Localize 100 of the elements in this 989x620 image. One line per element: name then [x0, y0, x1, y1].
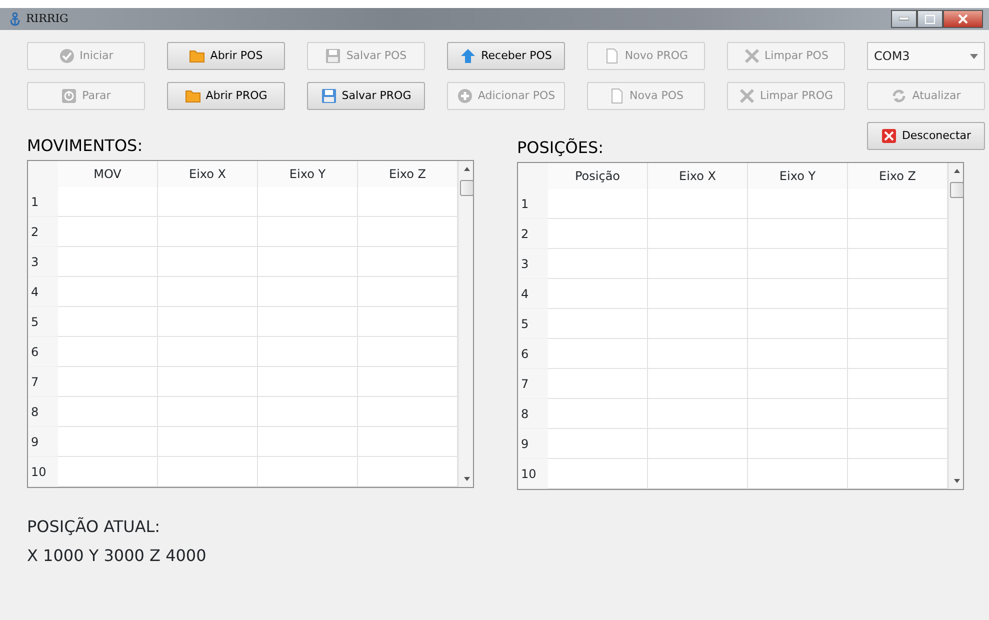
table-cell[interactable]: [58, 427, 158, 457]
scrollbar[interactable]: [948, 163, 963, 489]
scroll-down-icon[interactable]: [464, 477, 470, 481]
table-cell[interactable]: [158, 307, 258, 337]
table-cell[interactable]: [548, 219, 648, 249]
table-cell[interactable]: [158, 337, 258, 367]
table-cell[interactable]: [648, 189, 748, 219]
table-cell[interactable]: [158, 247, 258, 277]
scroll-thumb[interactable]: [460, 180, 474, 196]
table-cell[interactable]: [648, 219, 748, 249]
table-cell[interactable]: [748, 309, 848, 339]
table-cell[interactable]: [258, 217, 358, 247]
table-cell[interactable]: [258, 247, 358, 277]
table-cell[interactable]: [158, 427, 258, 457]
row-header[interactable]: 10: [518, 459, 548, 489]
row-header[interactable]: 1: [518, 189, 548, 219]
table-cell[interactable]: [548, 399, 648, 429]
row-header[interactable]: 5: [28, 307, 58, 337]
table-cell[interactable]: [648, 339, 748, 369]
table-cell[interactable]: [58, 277, 158, 307]
row-header[interactable]: 8: [518, 399, 548, 429]
table-cell[interactable]: [548, 249, 648, 279]
table-cell[interactable]: [648, 399, 748, 429]
table-cell[interactable]: [748, 459, 848, 489]
table-cell[interactable]: [158, 367, 258, 397]
column-header[interactable]: MOV: [58, 161, 158, 187]
table-cell[interactable]: [258, 187, 358, 217]
table-cell[interactable]: [258, 367, 358, 397]
table-cell[interactable]: [748, 219, 848, 249]
column-header[interactable]: Eixo Y: [258, 161, 358, 187]
table-cell[interactable]: [158, 397, 258, 427]
table-cell[interactable]: [548, 279, 648, 309]
table-cell[interactable]: [748, 399, 848, 429]
scroll-thumb[interactable]: [950, 182, 964, 198]
row-header[interactable]: 5: [518, 309, 548, 339]
table-cell[interactable]: [748, 279, 848, 309]
scrollbar[interactable]: [458, 161, 473, 487]
table-cell[interactable]: [648, 459, 748, 489]
table-cell[interactable]: [648, 279, 748, 309]
table-cell[interactable]: [258, 457, 358, 487]
table-cell[interactable]: [58, 187, 158, 217]
table-cell[interactable]: [158, 217, 258, 247]
table-cell[interactable]: [548, 339, 648, 369]
minimize-button[interactable]: [891, 10, 917, 28]
table-cell[interactable]: [158, 187, 258, 217]
row-header[interactable]: 10: [28, 457, 58, 487]
table-cell[interactable]: [648, 309, 748, 339]
row-header[interactable]: 3: [28, 247, 58, 277]
row-header[interactable]: 6: [518, 339, 548, 369]
table-cell[interactable]: [258, 397, 358, 427]
table-cell[interactable]: [648, 249, 748, 279]
row-header[interactable]: 1: [28, 187, 58, 217]
row-header[interactable]: 8: [28, 397, 58, 427]
table-cell[interactable]: [158, 277, 258, 307]
row-header[interactable]: 7: [518, 369, 548, 399]
table-cell[interactable]: [258, 277, 358, 307]
toolbar-button[interactable]: Receber POS: [447, 42, 565, 70]
toolbar-button[interactable]: Abrir POS: [167, 42, 285, 70]
row-header[interactable]: 4: [518, 279, 548, 309]
table-cell[interactable]: [58, 457, 158, 487]
table-cell[interactable]: [158, 457, 258, 487]
scroll-down-icon[interactable]: [954, 479, 960, 483]
table-cell[interactable]: [548, 189, 648, 219]
scroll-up-icon[interactable]: [464, 167, 470, 171]
row-header[interactable]: 9: [518, 429, 548, 459]
row-header[interactable]: 2: [518, 219, 548, 249]
table-cell[interactable]: [548, 459, 648, 489]
close-button[interactable]: [943, 10, 983, 28]
row-header[interactable]: 6: [28, 337, 58, 367]
column-header[interactable]: Eixo X: [158, 161, 258, 187]
table-cell[interactable]: [748, 249, 848, 279]
table-cell[interactable]: [58, 307, 158, 337]
column-header[interactable]: Eixo X: [648, 163, 748, 189]
table-cell[interactable]: [258, 427, 358, 457]
table-cell[interactable]: [748, 429, 848, 459]
table-cell[interactable]: [648, 429, 748, 459]
row-header[interactable]: 2: [28, 217, 58, 247]
column-header[interactable]: Posição: [548, 163, 648, 189]
table-cell[interactable]: [548, 429, 648, 459]
scroll-up-icon[interactable]: [954, 169, 960, 173]
table-cell[interactable]: [748, 339, 848, 369]
row-header[interactable]: 7: [28, 367, 58, 397]
table-cell[interactable]: [258, 307, 358, 337]
table-cell[interactable]: [58, 247, 158, 277]
table-cell[interactable]: [748, 369, 848, 399]
table-cell[interactable]: [58, 397, 158, 427]
row-header[interactable]: 4: [28, 277, 58, 307]
toolbar-button[interactable]: Salvar PROG: [307, 82, 425, 110]
toolbar-button[interactable]: Abrir PROG: [167, 82, 285, 110]
disconnect-button[interactable]: Desconectar: [867, 122, 985, 150]
column-header[interactable]: Eixo Y: [748, 163, 848, 189]
table-cell[interactable]: [748, 189, 848, 219]
table-cell[interactable]: [648, 369, 748, 399]
table-cell[interactable]: [258, 337, 358, 367]
maximize-button[interactable]: [917, 10, 943, 28]
row-header[interactable]: 3: [518, 249, 548, 279]
table-cell[interactable]: [58, 217, 158, 247]
table-cell[interactable]: [548, 369, 648, 399]
table-cell[interactable]: [58, 367, 158, 397]
table-cell[interactable]: [58, 337, 158, 367]
